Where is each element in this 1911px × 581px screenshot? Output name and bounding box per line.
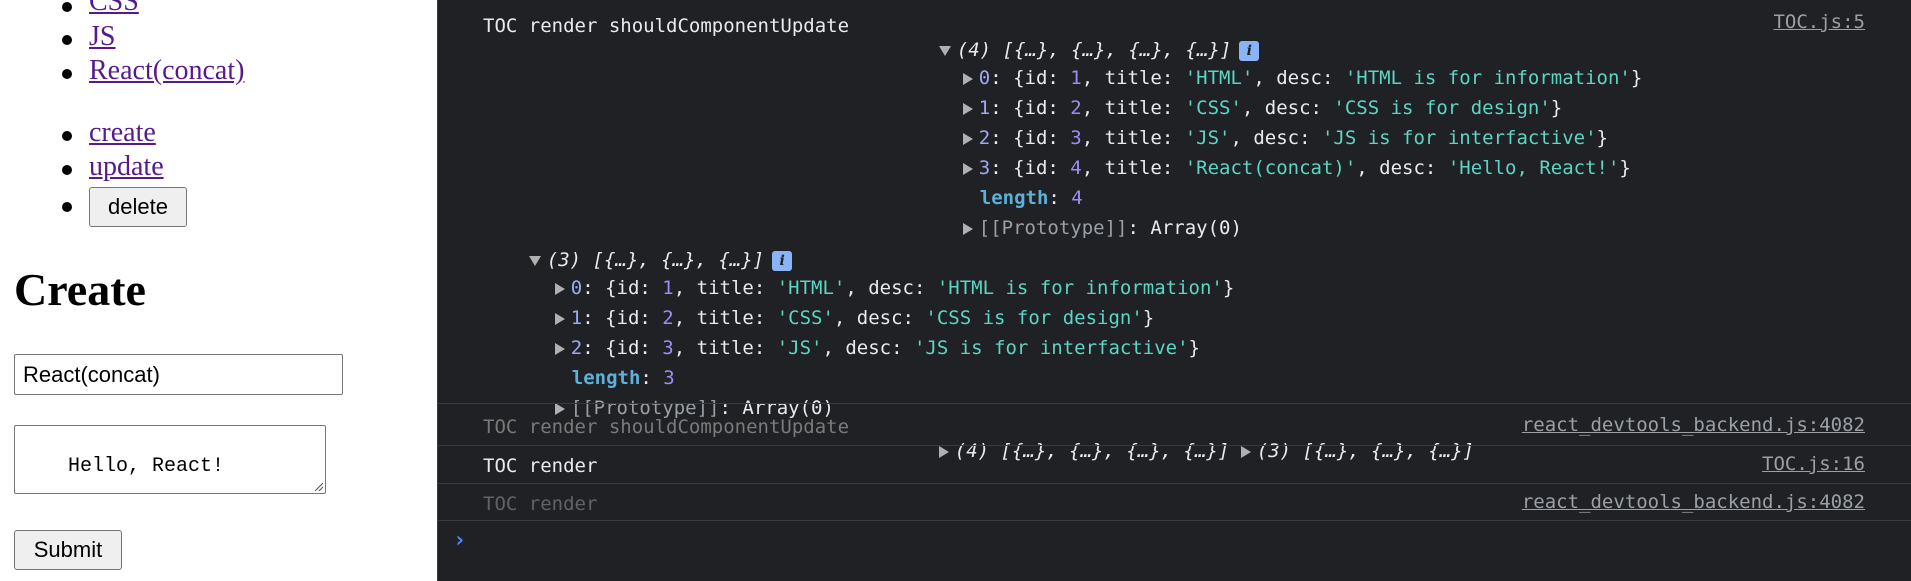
list-bullet (62, 35, 72, 45)
list-bullet (62, 131, 72, 141)
console-prompt-icon[interactable]: › (453, 528, 466, 553)
submit-button[interactable]: Submit (14, 530, 122, 570)
list-bullet (62, 165, 72, 175)
devtools-console: TOC render shouldComponentUpdate (4) [{…… (437, 0, 1911, 581)
source-link[interactable]: react_devtools_backend.js:4082 (1522, 413, 1865, 437)
delete-button[interactable]: delete (89, 187, 187, 227)
list-bullet (62, 2, 72, 12)
console-message: TOC render (483, 455, 598, 477)
title-input[interactable]: React(concat) (14, 354, 343, 395)
create-heading: Create (14, 264, 146, 315)
expand-arrow-icon[interactable] (1240, 445, 1251, 458)
page-pane: CSS JS React(concat) create update delet… (0, 0, 437, 581)
expand-arrow-icon[interactable] (554, 402, 565, 415)
source-link[interactable]: TOC.js:16 (1762, 452, 1865, 476)
source-link[interactable]: TOC.js:5 (1773, 10, 1865, 34)
console-message: TOC render (483, 493, 598, 515)
source-link[interactable]: react_devtools_backend.js:4082 (1522, 490, 1865, 514)
toc-link-react[interactable]: React(concat) (89, 55, 244, 87)
toc-link-css[interactable]: CSS (89, 0, 139, 18)
pane-divider (437, 0, 438, 581)
expand-arrow-icon[interactable] (938, 445, 949, 458)
expand-arrow-icon[interactable] (962, 222, 973, 235)
desc-textarea[interactable]: Hello, React! (14, 425, 326, 494)
console-message: TOC render shouldComponentUpdate (483, 15, 850, 37)
create-link[interactable]: create (89, 117, 156, 149)
entry-divider (437, 445, 1911, 446)
entry-divider (437, 483, 1911, 484)
entry-divider (437, 520, 1911, 521)
array-summary-collapsed[interactable]: (4) [{…}, {…}, {…}, {…}] (3) [{…}, {…}, … (893, 415, 1474, 487)
list-bullet (62, 202, 72, 212)
desc-text: Hello, React! (68, 455, 225, 478)
toc-link-js[interactable]: JS (89, 21, 115, 53)
console-message: TOC render shouldComponentUpdate (483, 416, 850, 438)
update-link[interactable]: update (89, 151, 164, 183)
resize-grip-icon[interactable] (313, 481, 323, 491)
list-bullet (62, 69, 72, 79)
entry-divider (437, 403, 1911, 404)
